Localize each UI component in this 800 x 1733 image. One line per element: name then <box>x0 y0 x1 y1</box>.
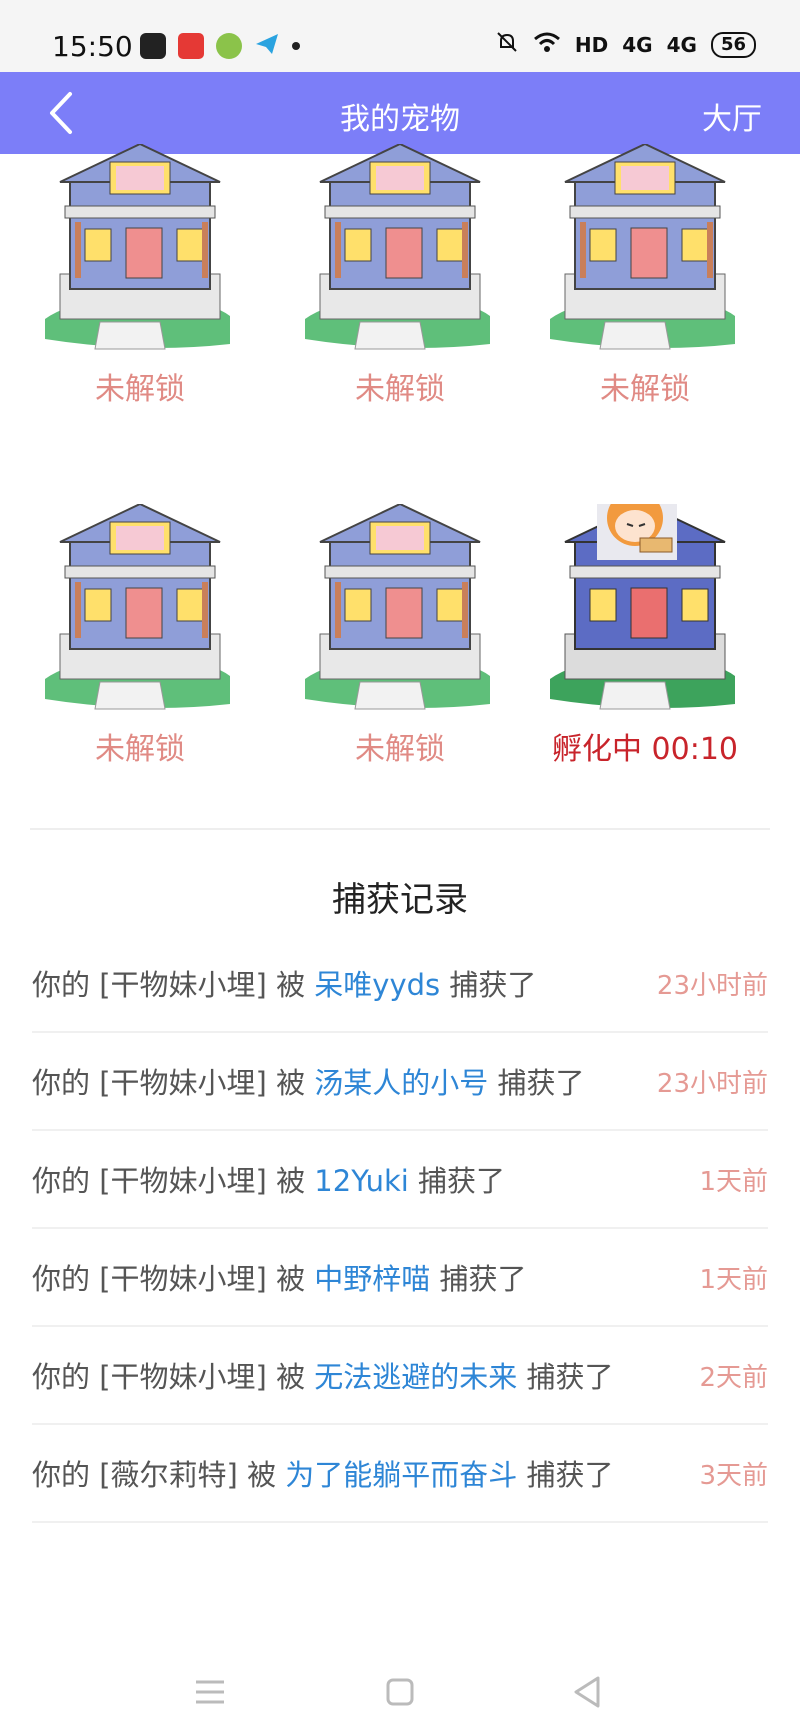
pet-status-label: 未解锁 <box>95 372 185 407</box>
record-user-link[interactable]: 无法逃避的未来 <box>314 1360 517 1394</box>
record-text: 你的 [干物妹小埋] 被 中野梓喵 捕获了 <box>32 1262 527 1296</box>
capture-record-list: 你的 [干物妹小埋] 被 呆唯yyds 捕获了 23小时前 你的 [干物妹小埋]… <box>32 935 768 1523</box>
record-user-link[interactable]: 汤某人的小号 <box>314 1066 488 1100</box>
app3-icon <box>216 33 242 59</box>
back-nav-button[interactable] <box>568 1672 608 1712</box>
battery-indicator: 56 <box>710 31 756 58</box>
list-item[interactable]: 你的 [干物妹小埋] 被 12Yuki 捕获了 1天前 <box>32 1131 768 1229</box>
pet-status-label: 未解锁 <box>600 372 690 407</box>
record-user-link[interactable]: 为了能躺平而奋斗 <box>285 1458 517 1492</box>
list-item[interactable]: 你的 [薇尔莉特] 被 为了能躺平而奋斗 捕获了 3天前 <box>32 1425 768 1523</box>
pet-status-label: 未解锁 <box>355 372 445 407</box>
system-navigation-bar <box>0 1650 800 1733</box>
pet-status-label: 未解锁 <box>95 732 185 767</box>
record-time: 23小时前 <box>656 970 768 1001</box>
baidu-app-icon <box>140 33 166 59</box>
house-icon <box>45 504 230 710</box>
signal-2: 4G <box>666 32 697 57</box>
pet-slot-1[interactable]: 未解锁 <box>40 144 240 407</box>
record-text: 你的 [干物妹小埋] 被 汤某人的小号 捕获了 <box>32 1066 585 1100</box>
menu-icon <box>196 1680 224 1704</box>
menu-button[interactable] <box>190 1672 230 1712</box>
signal-1: 4G <box>622 32 653 57</box>
wifi-icon <box>533 31 561 58</box>
status-app-icons <box>140 32 300 60</box>
status-right: HD 4G 4G 56 <box>495 30 756 59</box>
house-with-character-icon <box>550 504 735 710</box>
record-time: 2天前 <box>699 1362 768 1393</box>
status-bar: 15:50 HD 4G 4G 56 <box>0 0 800 72</box>
pet-slot-5[interactable]: 未解锁 <box>300 504 500 767</box>
pet-status-label: 未解锁 <box>355 732 445 767</box>
telegram-icon <box>254 32 280 60</box>
record-text: 你的 [干物妹小埋] 被 无法逃避的未来 捕获了 <box>32 1360 614 1394</box>
record-time: 1天前 <box>699 1166 768 1197</box>
pet-slot-4[interactable]: 未解锁 <box>40 504 240 767</box>
house-icon <box>305 504 490 710</box>
pet-slot-2[interactable]: 未解锁 <box>300 144 500 407</box>
house-icon <box>45 144 230 350</box>
app2-icon <box>178 33 204 59</box>
record-user-link[interactable]: 中野梓喵 <box>314 1262 430 1296</box>
record-time: 1天前 <box>699 1264 768 1295</box>
list-item[interactable]: 你的 [干物妹小埋] 被 呆唯yyds 捕获了 23小时前 <box>32 935 768 1033</box>
house-icon <box>305 144 490 350</box>
home-button[interactable] <box>380 1672 420 1712</box>
record-text: 你的 [薇尔莉特] 被 为了能躺平而奋斗 捕获了 <box>32 1458 614 1492</box>
home-icon <box>386 1678 414 1706</box>
record-user-link[interactable]: 12Yuki <box>314 1164 409 1198</box>
record-text: 你的 [干物妹小埋] 被 呆唯yyds 捕获了 <box>32 968 537 1002</box>
record-user-link[interactable]: 呆唯yyds <box>314 968 440 1002</box>
record-time: 23小时前 <box>656 1068 768 1099</box>
mute-icon <box>495 30 519 59</box>
list-item[interactable]: 你的 [干物妹小埋] 被 汤某人的小号 捕获了 23小时前 <box>32 1033 768 1131</box>
pet-slot-3[interactable]: 未解锁 <box>545 144 745 407</box>
record-time: 3天前 <box>699 1460 768 1491</box>
lobby-button[interactable]: 大厅 <box>702 94 762 138</box>
status-time: 15:50 <box>52 30 133 63</box>
records-title: 捕获记录 <box>332 880 468 920</box>
house-icon <box>550 144 735 350</box>
record-text: 你的 [干物妹小埋] 被 12Yuki 捕获了 <box>32 1164 506 1198</box>
back-triangle-icon <box>574 1676 600 1708</box>
list-item[interactable]: 你的 [干物妹小埋] 被 中野梓喵 捕获了 1天前 <box>32 1229 768 1327</box>
pet-status-label: 孵化中 00:10 <box>552 732 738 767</box>
list-item[interactable]: 你的 [干物妹小埋] 被 无法逃避的未来 捕获了 2天前 <box>32 1327 768 1425</box>
notification-dot <box>292 42 300 50</box>
page-title: 我的宠物 <box>340 102 460 137</box>
pet-slot-6[interactable]: 孵化中 00:10 <box>545 504 745 767</box>
section-divider <box>30 828 770 830</box>
header-bar: 我的宠物 大厅 <box>0 72 800 154</box>
network-type: HD <box>574 32 609 57</box>
